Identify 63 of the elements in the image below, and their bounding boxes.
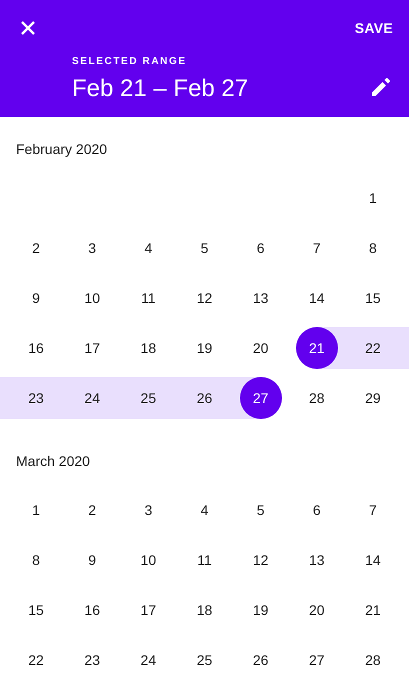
day-button[interactable]: 7 (352, 489, 394, 531)
day-button[interactable]: 23 (71, 639, 114, 681)
day-button[interactable]: 13 (240, 277, 282, 319)
day-button[interactable]: 23 (15, 377, 58, 419)
day-button[interactable]: 21 (352, 589, 394, 631)
day-button[interactable]: 14 (296, 277, 338, 319)
day-button[interactable]: 15 (352, 277, 394, 319)
day-button[interactable]: 16 (15, 327, 58, 369)
day-button[interactable]: 29 (352, 377, 394, 419)
day-button[interactable]: 28 (296, 377, 338, 419)
day-button[interactable]: 8 (352, 227, 394, 269)
day-button[interactable]: 6 (240, 227, 282, 269)
day-button[interactable]: 26 (240, 639, 282, 681)
day-button[interactable]: 5 (240, 489, 282, 531)
day-button[interactable]: 9 (71, 539, 114, 581)
day-button[interactable]: 13 (296, 539, 338, 581)
save-button[interactable]: SAVE (348, 12, 399, 44)
day-button[interactable]: 22 (352, 327, 394, 369)
day-button[interactable]: 11 (127, 277, 170, 319)
day-button[interactable]: 19 (183, 327, 226, 369)
day-button[interactable]: 24 (71, 377, 114, 419)
day-button[interactable]: 21 (296, 327, 338, 369)
day-button[interactable]: 2 (71, 489, 114, 531)
day-button[interactable]: 3 (71, 227, 114, 269)
day-button[interactable]: 20 (240, 327, 282, 369)
close-icon (20, 20, 36, 36)
day-button[interactable]: 10 (127, 539, 170, 581)
day-button[interactable]: 20 (296, 589, 338, 631)
day-button[interactable]: 25 (183, 639, 226, 681)
day-button[interactable]: 10 (71, 277, 114, 319)
day-button[interactable]: 17 (127, 589, 170, 631)
pencil-icon (371, 77, 391, 97)
day-button[interactable]: 28 (352, 639, 394, 681)
day-button[interactable]: 6 (296, 489, 338, 531)
day-button[interactable]: 14 (352, 539, 394, 581)
day-button[interactable]: 12 (240, 539, 282, 581)
day-button[interactable]: 4 (183, 489, 226, 531)
day-button[interactable]: 11 (183, 539, 226, 581)
day-button[interactable]: 2 (15, 227, 58, 269)
day-button[interactable]: 4 (127, 227, 170, 269)
header-overline: SELECTED RANGE (72, 56, 188, 67)
day-button[interactable]: 1 (15, 489, 58, 531)
day-button[interactable]: 1 (352, 177, 394, 219)
month-title: February 2020 (15, 140, 108, 159)
day-button[interactable]: 18 (127, 327, 170, 369)
day-button[interactable]: 27 (296, 639, 338, 681)
day-button[interactable]: 18 (183, 589, 226, 631)
day-button[interactable]: 8 (15, 539, 58, 581)
day-button[interactable]: 22 (15, 639, 58, 681)
day-button[interactable]: 25 (127, 377, 170, 419)
day-button[interactable]: 7 (296, 227, 338, 269)
day-button[interactable]: 19 (240, 589, 282, 631)
day-button[interactable]: 12 (183, 277, 226, 319)
day-button[interactable]: 5 (183, 227, 226, 269)
day-button[interactable]: 16 (71, 589, 114, 631)
day-button[interactable]: 17 (71, 327, 114, 369)
selected-range-title: Feb 21 – Feb 27 (72, 75, 248, 103)
day-button[interactable]: 3 (127, 489, 170, 531)
day-button[interactable]: 9 (15, 277, 58, 319)
day-button[interactable]: 15 (15, 589, 58, 631)
day-button[interactable]: 24 (127, 639, 170, 681)
month-title: March 2020 (15, 452, 91, 471)
day-button[interactable]: 26 (183, 377, 226, 419)
